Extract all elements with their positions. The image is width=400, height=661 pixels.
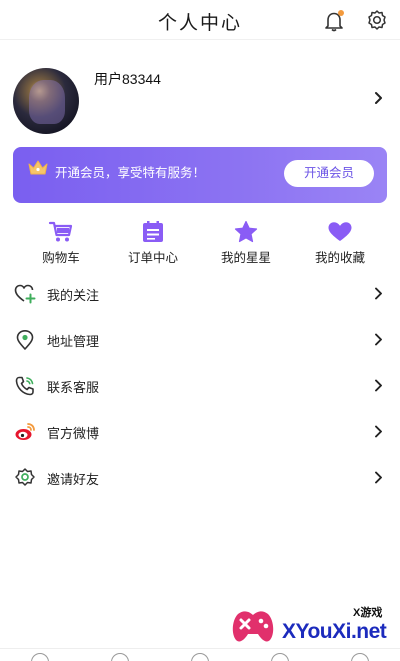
gamepad-icon xyxy=(230,606,276,648)
menu-item-label: 我的关注 xyxy=(47,288,100,303)
quick-action-label: 订单中心 xyxy=(127,251,178,265)
content-sheet: 购物车 订单中心 我的星星 我的收藏 我的关注 地址管理 联系客服 官方微博 邀… xyxy=(0,203,400,661)
menu-item-invite[interactable]: 邀请好友 xyxy=(0,455,400,501)
quick-action-stars[interactable]: 我的星星 xyxy=(206,220,286,266)
menu-item-customer-service[interactable]: 联系客服 xyxy=(0,363,400,409)
star-icon xyxy=(233,220,259,243)
vip-text: 开通会员，享受特有服务！ xyxy=(55,166,206,180)
watermark-sub: X游戏 xyxy=(353,607,383,619)
chevron-right-icon xyxy=(372,287,385,300)
menu-item-label: 邀请好友 xyxy=(47,472,100,487)
quick-actions: 购物车 订单中心 我的星星 我的收藏 xyxy=(0,220,400,266)
gear-icon[interactable] xyxy=(366,9,388,31)
cart-icon xyxy=(48,221,74,243)
quick-action-favorites[interactable]: 我的收藏 xyxy=(300,221,380,266)
chevron-right-icon xyxy=(372,333,385,346)
heart-plus-icon xyxy=(14,283,36,305)
tab-home-icon[interactable] xyxy=(31,653,49,661)
quick-action-label: 我的收藏 xyxy=(314,251,365,265)
top-bar: 个人中心 xyxy=(0,0,400,40)
tab-star-icon[interactable] xyxy=(191,653,209,661)
menu-item-address[interactable]: 地址管理 xyxy=(0,317,400,363)
menu-item-label: 地址管理 xyxy=(47,334,100,349)
heart-icon xyxy=(327,221,353,243)
location-icon xyxy=(14,329,36,351)
menu-item-following[interactable]: 我的关注 xyxy=(0,271,400,317)
menu-item-label: 联系客服 xyxy=(47,380,100,395)
tab-discover-icon[interactable] xyxy=(111,653,129,661)
vip-banner: 开通会员，享受特有服务！ 开通会员 xyxy=(13,147,387,203)
watermark-brand: XYouXi.net xyxy=(282,620,387,643)
flower-icon xyxy=(14,467,36,489)
quick-action-label: 购物车 xyxy=(42,251,80,265)
quick-action-label: 我的星星 xyxy=(220,251,271,265)
chevron-right-icon[interactable] xyxy=(372,91,386,105)
avatar[interactable] xyxy=(13,68,79,134)
chevron-right-icon xyxy=(372,425,385,438)
open-vip-button[interactable]: 开通会员 xyxy=(284,160,374,187)
order-icon xyxy=(140,221,166,243)
quick-action-orders[interactable]: 订单中心 xyxy=(113,221,193,266)
menu-item-weibo[interactable]: 官方微博 xyxy=(0,409,400,455)
watermark: X游戏 XYouXi.net xyxy=(230,600,400,661)
phone-icon xyxy=(14,375,36,397)
profile-card[interactable]: 用户83344 xyxy=(0,41,400,141)
bell-icon[interactable] xyxy=(323,10,345,32)
chevron-right-icon xyxy=(372,379,385,392)
quick-action-cart[interactable]: 购物车 xyxy=(21,221,101,266)
notification-dot xyxy=(338,10,344,16)
username: 用户83344 xyxy=(94,71,161,87)
menu-item-label: 官方微博 xyxy=(47,426,100,441)
crown-icon xyxy=(27,159,49,177)
chevron-right-icon xyxy=(372,471,385,484)
weibo-icon xyxy=(14,421,36,443)
